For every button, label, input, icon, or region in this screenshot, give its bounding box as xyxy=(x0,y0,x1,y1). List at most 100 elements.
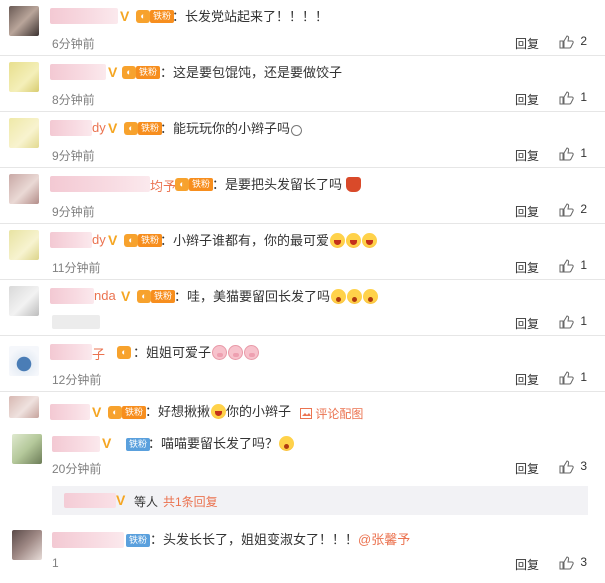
username[interactable] xyxy=(50,404,90,420)
like-count: 1 xyxy=(580,370,587,384)
member-badge-icon: ◐ xyxy=(175,178,189,191)
like-button[interactable]: 2 xyxy=(559,34,587,49)
like-button[interactable]: 1 xyxy=(559,258,587,273)
sub-reply-username[interactable] xyxy=(64,493,116,508)
username[interactable] xyxy=(50,8,118,24)
username[interactable] xyxy=(50,120,92,136)
thumbs-up-icon xyxy=(559,259,575,273)
shock-emoji-icon xyxy=(278,436,294,451)
comment-text: ：哇，美猫要留回长发了吗 xyxy=(174,289,378,305)
comment-item: dy V ◐ 铁粉 ：能玩玩你的小辫子吗 9分钟前 回复 1 xyxy=(0,112,605,168)
vip-icon: V xyxy=(102,435,112,451)
avatar[interactable] xyxy=(9,286,39,316)
avatar[interactable] xyxy=(9,346,39,376)
reply-button[interactable]: 回复 xyxy=(515,371,539,388)
avatar[interactable] xyxy=(9,396,39,418)
reply-button[interactable]: 回复 xyxy=(515,203,539,220)
avatar[interactable] xyxy=(9,230,39,260)
thumbs-up-icon xyxy=(559,315,575,329)
comment-text: ：是要把头发留长了吗 xyxy=(212,177,362,193)
username-tail[interactable]: 子 xyxy=(92,344,105,363)
comment-item: nda V ◐ 铁粉 ：哇，美猫要留回长发了吗 回复 1 xyxy=(0,280,605,336)
timestamp: 1 xyxy=(52,556,59,570)
laugh-emoji-icon xyxy=(345,233,361,248)
avatar[interactable] xyxy=(9,118,39,148)
username[interactable] xyxy=(50,176,150,192)
fan-badge: 铁粉 xyxy=(150,10,175,23)
comment-text: ：小辫子谁都有，你的最可爱 xyxy=(160,233,377,249)
username[interactable] xyxy=(50,344,92,360)
reply-button[interactable]: 回复 xyxy=(515,35,539,52)
like-count: 1 xyxy=(580,90,587,104)
like-button[interactable]: 1 xyxy=(559,90,587,105)
like-button[interactable]: 1 xyxy=(559,314,587,329)
timestamp: 8分钟前 xyxy=(52,93,95,107)
username[interactable] xyxy=(52,532,124,548)
vip-icon: V xyxy=(120,8,130,24)
laugh-emoji-icon xyxy=(361,233,377,248)
image-icon xyxy=(300,408,312,419)
fan-badge: 铁粉 xyxy=(138,234,163,247)
timestamp xyxy=(52,315,100,329)
like-button[interactable]: 2 xyxy=(559,202,587,217)
comment-text: ：好想揪揪 你的小辫子 xyxy=(145,404,292,419)
like-count: 3 xyxy=(580,555,587,569)
timestamp: 20分钟前 xyxy=(52,462,102,476)
avatar[interactable] xyxy=(9,174,39,204)
fan-badge: 铁粉 xyxy=(126,534,151,547)
like-count: 1 xyxy=(580,258,587,272)
hotpot-emoji-icon xyxy=(346,177,362,192)
comment-item: 均予 ◐ 铁粉 ：是要把头发留长了吗 9分钟前 回复 2 xyxy=(0,168,605,224)
fan-badge: 铁粉 xyxy=(189,178,214,191)
reply-button[interactable]: 回复 xyxy=(515,460,539,477)
mention-link[interactable]: @张馨予 xyxy=(358,532,410,547)
member-badge-icon: ◐ xyxy=(108,406,122,419)
comment-item: 子 ◐ ：姐姐可爱子 12分钟前 回复 1 xyxy=(0,336,605,392)
pig-emoji-icon xyxy=(243,345,259,360)
thumbs-up-icon xyxy=(559,203,575,217)
member-badge-icon: ◐ xyxy=(137,290,151,303)
username[interactable] xyxy=(50,64,106,80)
username[interactable] xyxy=(52,436,100,452)
reply-button[interactable]: 回复 xyxy=(515,259,539,276)
avatar[interactable] xyxy=(12,530,42,560)
reply-button[interactable]: 回复 xyxy=(515,147,539,164)
avatar[interactable] xyxy=(9,62,39,92)
view-replies-link[interactable]: 共1条回复 xyxy=(163,493,218,510)
username-tail[interactable]: 均予 xyxy=(150,176,176,195)
fan-badge: 铁粉 xyxy=(122,406,147,419)
like-button[interactable]: 1 xyxy=(559,146,587,161)
thumbs-up-icon xyxy=(559,91,575,105)
vip-icon: V xyxy=(108,64,118,80)
like-button[interactable]: 1 xyxy=(559,370,587,385)
reply-button[interactable]: 回复 xyxy=(515,91,539,108)
comment-item: dy V ◐ 铁粉 ：小辫子谁都有，你的最可爱 11分钟前 回复 1 xyxy=(0,224,605,280)
like-count: 1 xyxy=(580,314,587,328)
comment-item: V ◐ 铁粉 ：好想揪揪 你的小辫子 评论配图 xyxy=(0,392,605,424)
username-tail[interactable]: nda xyxy=(94,288,116,303)
shock-emoji-icon xyxy=(330,289,346,304)
username-tail[interactable]: dy xyxy=(92,120,106,135)
comment-image-link[interactable]: 评论配图 xyxy=(300,405,363,422)
username[interactable] xyxy=(50,232,92,248)
vip-icon: V xyxy=(108,232,118,248)
pig-emoji-icon xyxy=(211,345,227,360)
like-button[interactable]: 3 xyxy=(559,555,587,570)
grin-emoji-icon xyxy=(210,404,226,419)
avatar[interactable] xyxy=(9,6,39,36)
reply-button[interactable]: 回复 xyxy=(515,556,539,573)
like-button[interactable]: 3 xyxy=(559,459,587,474)
reply-button[interactable]: 回复 xyxy=(515,315,539,332)
avatar[interactable] xyxy=(12,434,42,464)
member-badge-icon: ◐ xyxy=(136,10,150,23)
username[interactable] xyxy=(50,288,94,304)
username-tail[interactable]: dy xyxy=(92,232,106,247)
sub-reply-box[interactable]: V 等人 共1条回复 xyxy=(52,486,588,515)
thumbs-up-icon xyxy=(559,147,575,161)
vip-icon: V xyxy=(116,492,126,508)
comment-text: ：长发党站起来了！！！！ xyxy=(172,9,329,24)
pig-emoji-icon xyxy=(227,345,243,360)
comment-item: V 铁粉 ：喵喵要留长发了吗？ 20分钟前 回复 3 xyxy=(0,424,605,480)
thumbs-up-icon xyxy=(559,371,575,385)
timestamp: 6分钟前 xyxy=(52,37,95,51)
